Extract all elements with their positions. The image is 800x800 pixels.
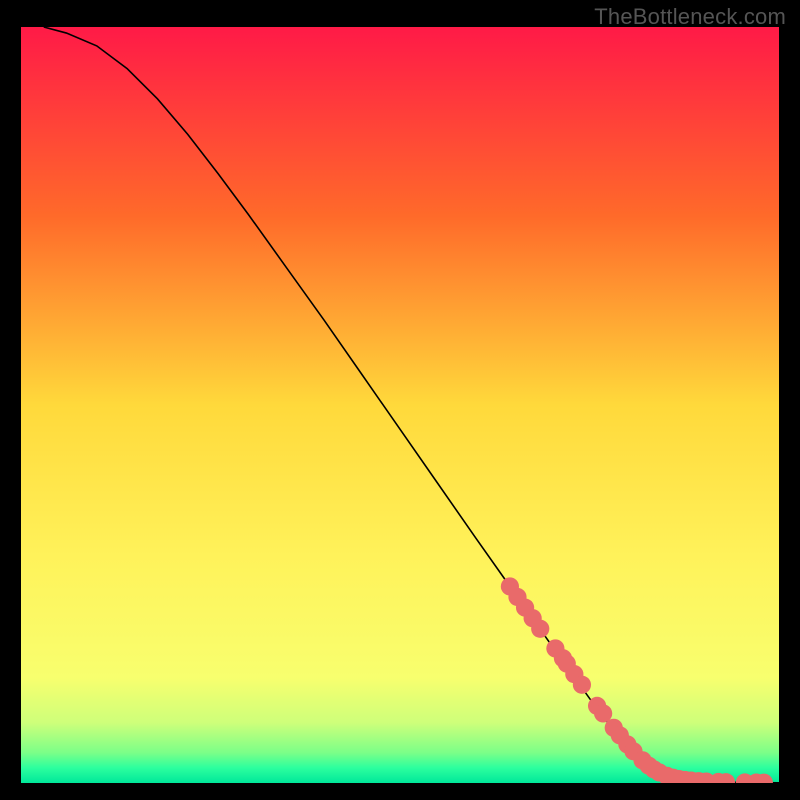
chart-svg [21, 27, 779, 783]
data-marker [573, 676, 591, 694]
gradient-background [21, 27, 779, 783]
chart-container: TheBottleneck.com [0, 0, 800, 800]
plot-area [21, 27, 779, 783]
data-marker [531, 620, 549, 638]
